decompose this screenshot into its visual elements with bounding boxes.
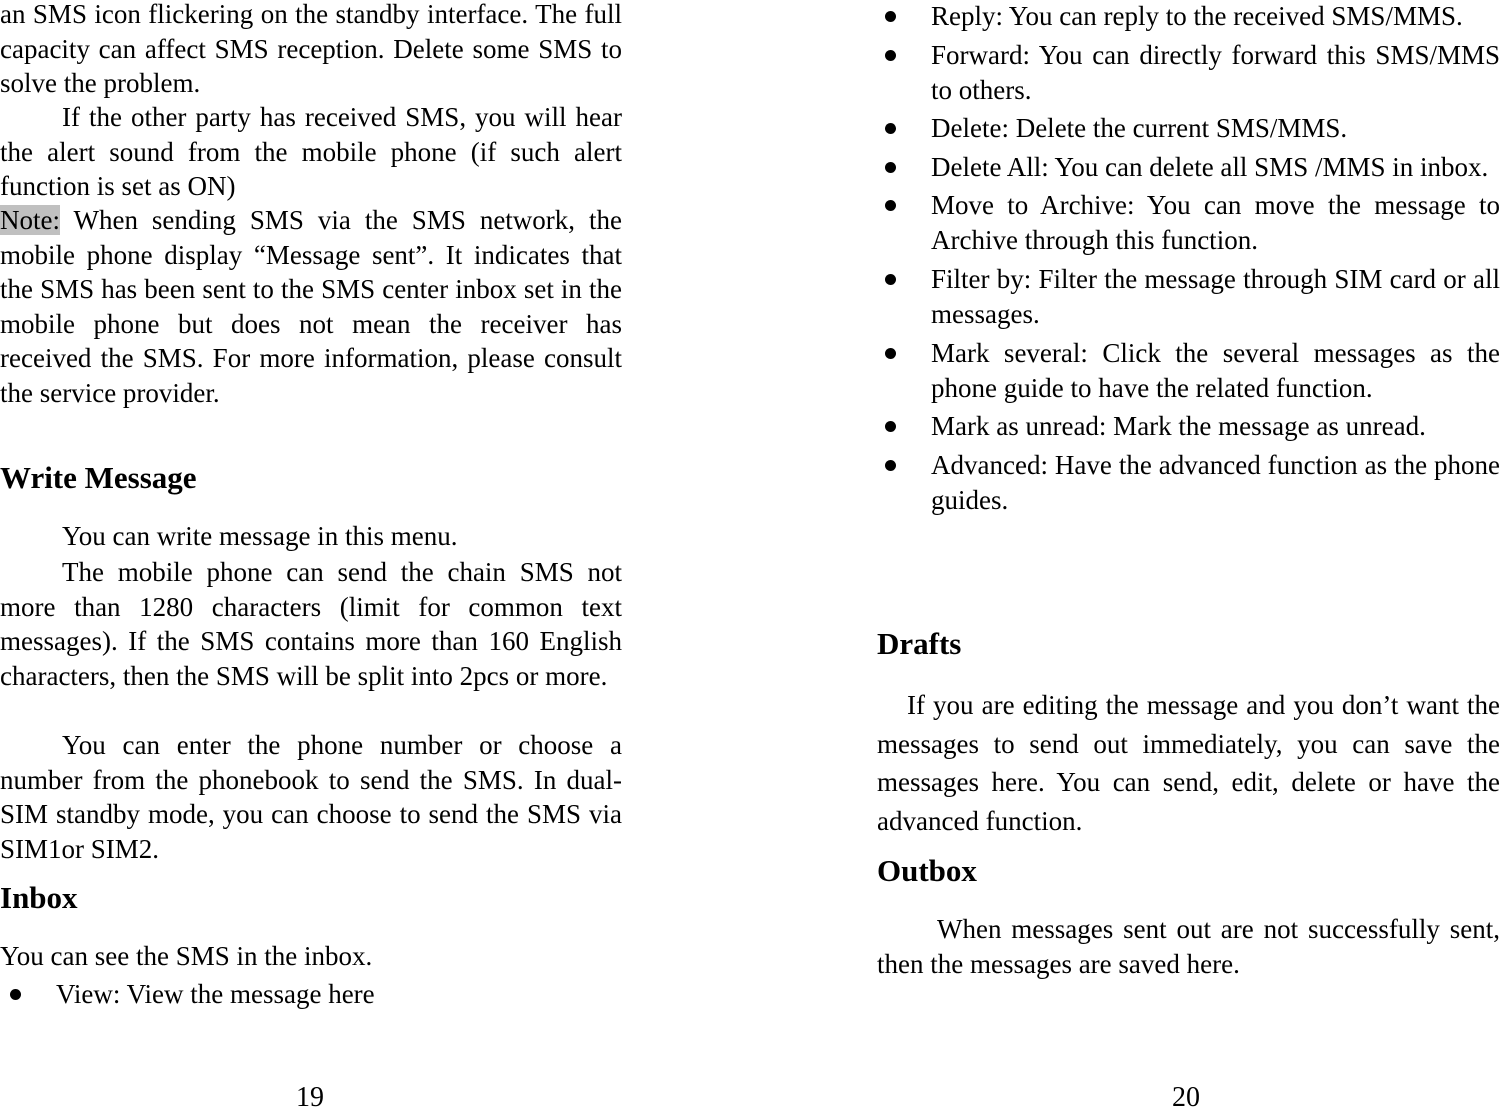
bullet-icon: [885, 347, 896, 359]
heading-drafts: Drafts: [877, 626, 962, 661]
list-item: Filter by: Filter the message through SI…: [877, 262, 1500, 332]
list-item: Mark several: Click the several messages…: [877, 336, 1500, 406]
paragraph: You can see the SMS in the inbox.: [0, 941, 373, 971]
bullet-icon: [885, 161, 896, 173]
paragraph: When messages sent out are not successfu…: [877, 914, 1500, 979]
paragraph: an SMS icon flickering on the standby in…: [0, 0, 622, 99]
heading-write-message: Write Message: [0, 460, 197, 495]
bullet-icon: [885, 123, 896, 135]
heading-outbox: Outbox: [877, 853, 977, 888]
list-item: Delete: Delete the current SMS/MMS.: [877, 111, 1500, 146]
page-number: 20: [1172, 1082, 1200, 1113]
bullet-icon: [885, 200, 896, 212]
page-number: 19: [296, 1082, 324, 1113]
inbox-options-list: Reply: You can reply to the received SMS…: [877, 0, 1500, 521]
list-item: View: View the message here: [2, 977, 622, 1012]
note-label: Note:: [0, 205, 60, 235]
paragraph: If you are editing the message and you d…: [877, 690, 1500, 836]
paragraph: If the other party has received SMS, you…: [0, 102, 622, 202]
bullet-icon: [885, 421, 896, 433]
bullet-icon: [885, 49, 896, 61]
list-item: Forward: You can directly forward this S…: [877, 38, 1500, 108]
list-item: Mark as unread: Mark the message as unre…: [877, 409, 1500, 444]
list-item: Delete All: You can delete all SMS /MMS …: [877, 150, 1500, 185]
note-text: When sending SMS via the SMS network, th…: [0, 205, 622, 408]
paragraph: You can enter the phone number or choose…: [0, 730, 622, 864]
bullet-icon: [885, 11, 896, 22]
paragraph: You can write message in this menu.: [62, 521, 458, 551]
bullet-icon: [10, 989, 21, 1000]
paragraph: The mobile phone can send the chain SMS …: [0, 557, 622, 691]
list-item: Move to Archive: You can move the messag…: [877, 188, 1500, 258]
bullet-icon: [885, 459, 896, 471]
inbox-bullet-list: View: View the message here: [2, 977, 622, 1016]
list-item: Reply: You can reply to the received SMS…: [877, 0, 1500, 34]
list-item: Advanced: Have the advanced function as …: [877, 448, 1500, 518]
bullet-icon: [885, 273, 896, 285]
heading-inbox: Inbox: [0, 880, 78, 915]
note-paragraph: Note: When sending SMS via the SMS netwo…: [0, 203, 622, 411]
